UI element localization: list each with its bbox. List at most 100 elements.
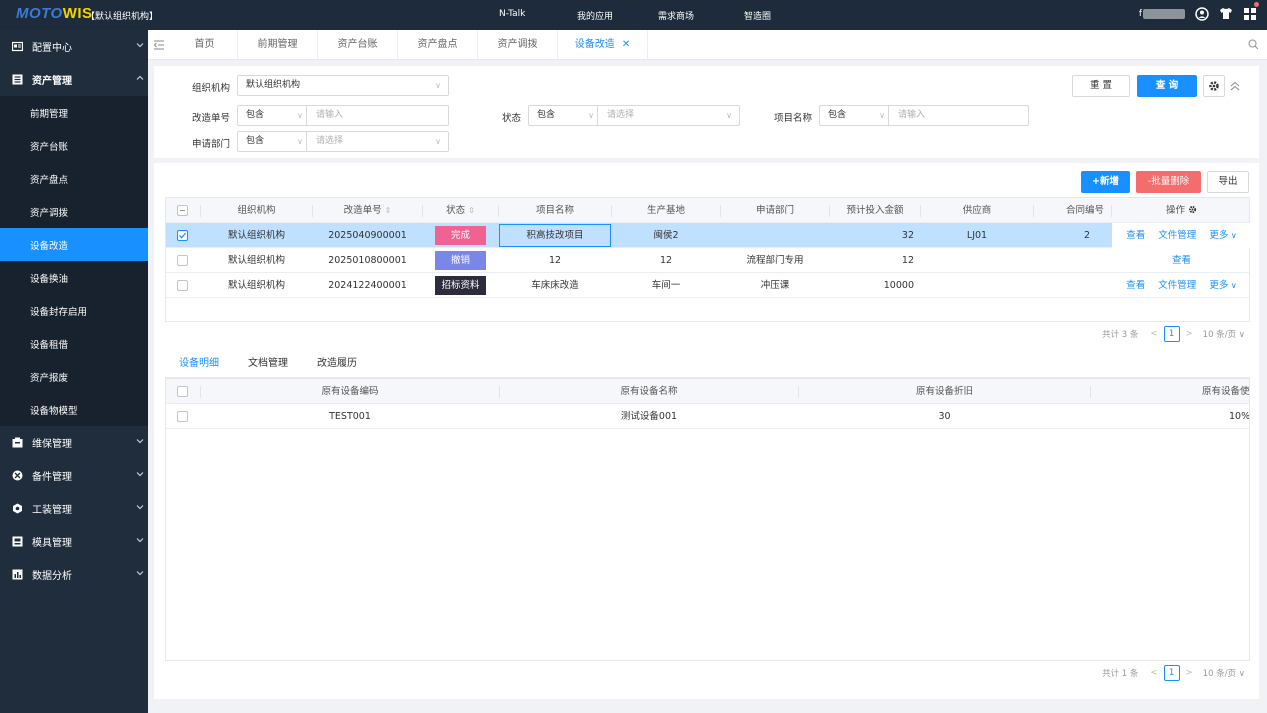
table-row[interactable]: TEST001 测试设备001 30 10% <box>166 404 1249 429</box>
sidebar-group-maintenance[interactable]: 维保管理 <box>0 426 148 459</box>
project-name-field[interactable]: 包含 ∨ 请输入 <box>819 105 1029 126</box>
tab-preliminary[interactable]: 前期管理 <box>238 30 318 60</box>
tab-asset-ledger[interactable]: 资产台账 <box>318 30 398 60</box>
status-field[interactable]: 包含 ∨ 请选择 ∨ <box>528 105 740 126</box>
more-dropdown[interactable]: 更多 ∨ <box>1209 280 1236 291</box>
gear-icon[interactable] <box>1188 205 1197 214</box>
add-button[interactable]: +新增 <box>1081 171 1130 193</box>
header-org[interactable]: 组织机构 <box>201 198 312 223</box>
next-page-icon[interactable]: > <box>1186 329 1193 339</box>
batch-delete-button[interactable]: -批量删除 <box>1136 171 1201 193</box>
tab-asset-inventory[interactable]: 资产盘点 <box>398 30 478 60</box>
sidebar-item-equipment-renovation[interactable]: 设备改造 <box>0 228 148 261</box>
page-size-select[interactable]: 10 条/页 ∨ <box>1203 667 1245 679</box>
dept-field[interactable]: 包含 ∨ 请选择 ∨ <box>237 131 449 152</box>
sidebar-item-asset-inventory[interactable]: 资产盘点 <box>0 162 148 195</box>
tab-document-management[interactable]: 文档管理 <box>248 351 288 377</box>
sidebar-group-config[interactable]: 配置中心 <box>0 30 148 63</box>
collapse-up-icon[interactable] <box>1230 81 1240 91</box>
more-dropdown[interactable]: 更多 ∨ <box>1209 230 1236 241</box>
top-nav-ntalk[interactable]: N-Talk <box>499 9 525 19</box>
select-all-checkbox[interactable] <box>177 386 188 397</box>
renovation-no-input[interactable]: 请输入 <box>316 106 343 125</box>
view-link[interactable]: 查看 <box>1126 230 1145 241</box>
header-renovation-no[interactable]: 改造单号 ⇕ <box>313 198 422 223</box>
tab-equipment-renovation[interactable]: 设备改造 ✕ <box>558 30 648 60</box>
header-original-depreciation[interactable]: 原有设备折旧 <box>799 379 1090 404</box>
filter-settings-button[interactable] <box>1203 75 1225 97</box>
tab-asset-transfer[interactable]: 资产调拨 <box>478 30 558 60</box>
top-nav-demand-market[interactable]: 需求商场 <box>658 9 694 22</box>
apps-grid-icon[interactable] <box>1242 2 1259 21</box>
sidebar-group-spare-parts[interactable]: 备件管理 <box>0 459 148 492</box>
view-link[interactable]: 查看 <box>1172 255 1191 266</box>
prev-page-icon[interactable]: < <box>1150 668 1157 678</box>
sidebar-group-assets[interactable]: 资产管理 <box>0 63 148 96</box>
top-nav-smart-circle[interactable]: 智造圈 <box>744 9 771 22</box>
header-status[interactable]: 状态 ⇕ <box>423 198 498 223</box>
header-dept[interactable]: 申请部门 <box>721 198 829 223</box>
view-link[interactable]: 查看 <box>1126 280 1145 291</box>
app-logo[interactable]: MOTOWIS <box>16 5 93 22</box>
project-name-input[interactable]: 请输入 <box>898 106 925 125</box>
table-row[interactable]: 默认组织机构 2024122400001 招标资料 车床床改造 车间一 冲压课 … <box>166 273 1249 298</box>
row-checkbox[interactable] <box>177 411 188 422</box>
operator-select[interactable]: 包含 <box>246 136 264 146</box>
file-manage-link[interactable]: 文件管理 <box>1158 230 1196 241</box>
sidebar-group-tooling[interactable]: 工装管理 <box>0 492 148 525</box>
table-row[interactable]: 默认组织机构 2025040900001 完成 积高技改项目 闽侯2 32 LJ… <box>166 223 1251 248</box>
header-project-name[interactable]: 项目名称 <box>499 198 611 223</box>
header-original-name[interactable]: 原有设备名称 <box>500 379 798 404</box>
operator-select[interactable]: 包含 <box>537 110 555 120</box>
top-nav-my-apps[interactable]: 我的应用 <box>577 9 613 22</box>
user-name[interactable]: f <box>1139 8 1185 19</box>
sort-icon[interactable]: ⇕ <box>468 206 475 215</box>
sidebar-item-asset-ledger[interactable]: 资产台账 <box>0 129 148 162</box>
row-checkbox[interactable] <box>177 280 188 291</box>
close-icon[interactable]: ✕ <box>622 39 630 50</box>
query-button[interactable]: 查 询 <box>1137 75 1197 97</box>
sort-icon[interactable]: ⇕ <box>385 206 392 215</box>
collapse-menu-icon[interactable] <box>153 39 165 51</box>
header-original-code[interactable]: 原有设备编码 <box>201 379 499 404</box>
reset-button[interactable]: 重 置 <box>1072 75 1130 97</box>
page-number-button[interactable]: 1 <box>1163 326 1180 342</box>
sidebar-item-oil-change[interactable]: 设备换油 <box>0 261 148 294</box>
operator-select[interactable]: 包含 <box>828 110 846 120</box>
table-row[interactable]: 默认组织机构 2025010800001 撤销 12 12 流程部门专用 12 … <box>166 248 1249 273</box>
user-avatar-icon[interactable] <box>1194 6 1209 21</box>
sidebar-item-rental[interactable]: 设备租借 <box>0 327 148 360</box>
operator-select[interactable]: 包含 <box>246 110 264 120</box>
tab-equipment-detail[interactable]: 设备明细 <box>179 351 219 377</box>
tab-home[interactable]: 首页 <box>172 30 238 60</box>
header-supplier[interactable]: 供应商 <box>921 198 1033 223</box>
sidebar-item-preliminary[interactable]: 前期管理 <box>0 96 148 129</box>
header-amount[interactable]: 预计投入金额 <box>830 198 920 223</box>
sidebar-item-thing-model[interactable]: 设备物模型 <box>0 393 148 426</box>
page-number-button[interactable]: 1 <box>1163 665 1180 681</box>
search-icon[interactable] <box>1248 39 1259 50</box>
row-checkbox[interactable] <box>177 230 188 241</box>
shirt-icon[interactable] <box>1218 6 1233 21</box>
sidebar-item-scrap[interactable]: 资产报废 <box>0 360 148 393</box>
prev-page-icon[interactable]: < <box>1150 329 1157 339</box>
next-page-icon[interactable]: > <box>1186 668 1193 678</box>
row-checkbox[interactable] <box>177 255 188 266</box>
sidebar-group-mold[interactable]: 模具管理 <box>0 525 148 558</box>
org-select[interactable]: 默认组织机构 ∨ <box>237 75 449 96</box>
dept-select[interactable]: 请选择 <box>316 132 343 151</box>
renovation-no-field[interactable]: 包含 ∨ 请输入 <box>237 105 449 126</box>
export-button[interactable]: 导出 <box>1207 171 1249 193</box>
org-name[interactable]: 【默认组织机构】 <box>86 9 158 22</box>
select-all-checkbox[interactable] <box>177 205 188 216</box>
sidebar-item-asset-transfer[interactable]: 资产调拨 <box>0 195 148 228</box>
sidebar-group-data-analysis[interactable]: 数据分析 <box>0 558 148 591</box>
header-production-base[interactable]: 生产基地 <box>612 198 720 223</box>
tab-renovation-history[interactable]: 改造履历 <box>317 351 357 377</box>
header-original-usage[interactable]: 原有设备使 <box>1202 379 1249 404</box>
header-contract-no[interactable]: 合同编号 <box>1034 198 1112 223</box>
file-manage-link[interactable]: 文件管理 <box>1158 280 1196 291</box>
sidebar-item-seal-enable[interactable]: 设备封存启用 <box>0 294 148 327</box>
status-select[interactable]: 请选择 <box>607 106 634 125</box>
cell-project-name[interactable]: 积高技改项目 <box>499 224 611 247</box>
